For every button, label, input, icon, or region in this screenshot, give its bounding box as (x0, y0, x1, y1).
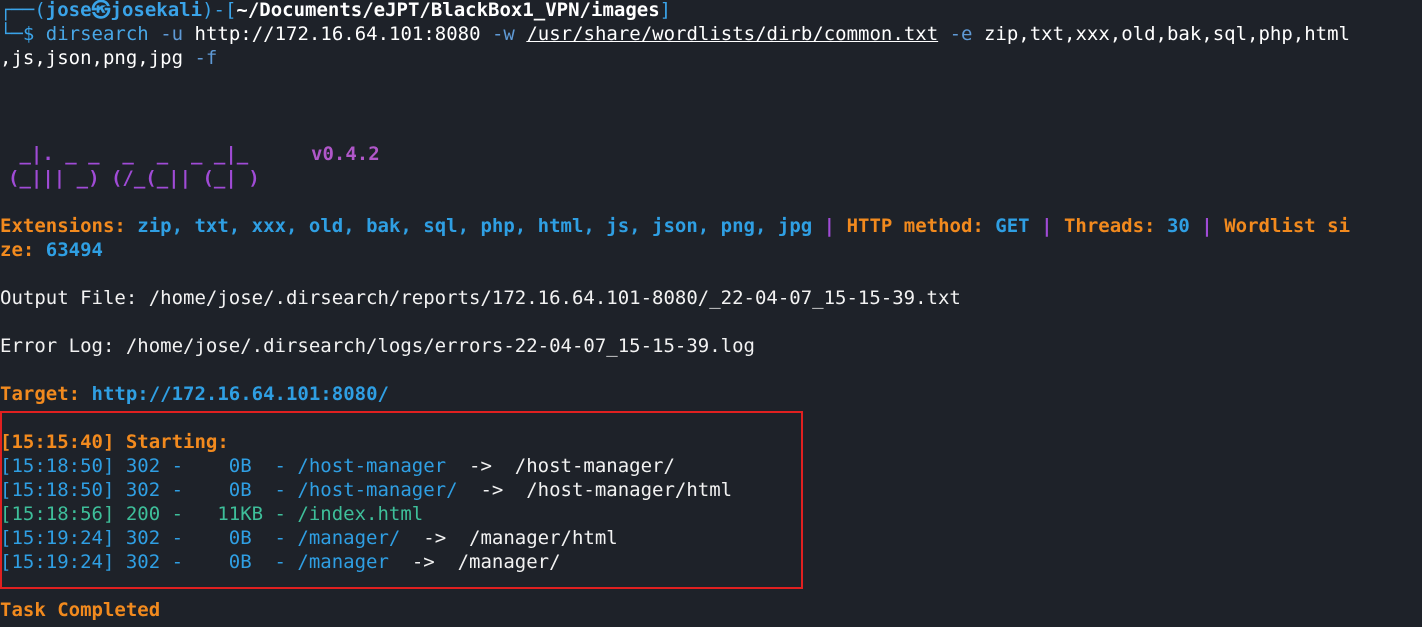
dirsearch-logo-line2: (_||| _) (/_(_|| (_| ) (8, 167, 260, 189)
result-entry: [15:19:24] 302 - 0B - /manager/ (0, 527, 401, 549)
result-row: [15:18:50] 302 - 0B - /host-manager/ -> … (0, 478, 732, 502)
prompt-frame-open: ┌──( (0, 0, 46, 21)
result-row: [15:18:50] 302 - 0B - /host-manager -> /… (0, 454, 675, 478)
extensions-label: Extensions: (0, 215, 126, 237)
command-program: dirsearch (45, 23, 149, 45)
command-extensions-1: zip,txt,xxx,old,bak,sql,php,html (983, 23, 1350, 45)
target-url: http://172.16.64.101:8080/ (91, 383, 389, 405)
result-entry: [15:18:50] 302 - 0B - /host-manager (0, 455, 447, 477)
wordlist-size-label-wrap: ze: (0, 239, 35, 261)
prompt-host: josekali (110, 0, 203, 21)
result-entry: [15:18:50] 302 - 0B - /host-manager/ (0, 479, 458, 501)
result-redirect: -> /manager/html (400, 527, 618, 549)
prompt-cwd: ~/Documents/eJPT/BlackBox1_VPN/images (236, 0, 660, 21)
result-redirect: -> /manager/ (388, 551, 561, 573)
flag-u: -u (160, 23, 184, 45)
prompt-dollar: $ (22, 23, 35, 45)
flag-f: -f (194, 47, 218, 69)
command-extensions-2: ,js,json,png,jpg (0, 47, 184, 69)
command-wordlist-path: /usr/share/wordlists/dirb/common.txt (526, 23, 939, 45)
prompt-at-symbol: ㉿ (91, 0, 111, 21)
threads-value: 30 (1166, 215, 1190, 237)
wordlist-size-value: 63494 (45, 239, 103, 261)
flag-e: -e (949, 23, 973, 45)
target-line: Target: http://172.16.64.101:8080/ (0, 382, 389, 406)
result-redirect: -> /host-manager/ (446, 455, 675, 477)
separator: | (1201, 215, 1213, 237)
target-label: Target: (0, 383, 81, 405)
command-line: └─$ dirsearch -u http://172.16.64.101:80… (0, 22, 1350, 46)
extensions-value: zip, txt, xxx, old, bak, sql, php, html,… (137, 215, 813, 237)
prompt-frame-mid: )-[ (202, 0, 237, 21)
http-method-label: HTTP method: (846, 215, 984, 237)
dirsearch-logo-line1: _|. _ _ _ _ _ _|_ (8, 143, 249, 165)
terminal-window[interactable]: ┌──(jose㉿josekali)-[~/Documents/eJPT/Bla… (0, 0, 1422, 627)
result-entry: [15:18:56] 200 - 11KB - /index.html (0, 503, 424, 525)
result-entry: [15:19:24] 302 - 0B - /manager (0, 551, 389, 573)
prompt-corner: └─ (0, 23, 23, 45)
dirsearch-version: v0.4.2 (311, 143, 380, 165)
flag-w: -w (491, 23, 515, 45)
result-redirect: -> /host-manager/html (457, 479, 733, 501)
wordlist-size-label: Wordlist si (1224, 215, 1351, 237)
result-row: [15:19:24] 302 - 0B - /manager/ -> /mana… (0, 526, 618, 550)
command-line-wrap: ,js,json,png,jpg -f (0, 46, 217, 70)
result-row: [15:19:24] 302 - 0B - /manager -> /manag… (0, 550, 561, 574)
prompt-frame-close: ] (659, 0, 672, 21)
config-line: Extensions: zip, txt, xxx, old, bak, sql… (0, 214, 1350, 238)
config-line-wrap: ze: 63494 (0, 238, 103, 262)
task-completed-line: Task Completed (0, 599, 161, 621)
result-row: [15:18:56] 200 - 11KB - /index.html (0, 502, 423, 526)
command-url: http://172.16.64.101:8080 (194, 23, 481, 45)
separator: | (823, 215, 836, 237)
threads-label: Threads: (1063, 215, 1156, 237)
starting-line: [15:15:40] Starting: (0, 431, 229, 453)
error-log-line: Error Log: /home/jose/.dirsearch/logs/er… (0, 335, 755, 357)
separator: | (1041, 215, 1053, 237)
prompt-line: ┌──(jose㉿josekali)-[~/Documents/eJPT/Bla… (0, 0, 671, 22)
output-file-line: Output File: /home/jose/.dirsearch/repor… (0, 287, 961, 309)
http-method-value: GET (995, 215, 1030, 237)
prompt-user: jose (45, 0, 92, 21)
